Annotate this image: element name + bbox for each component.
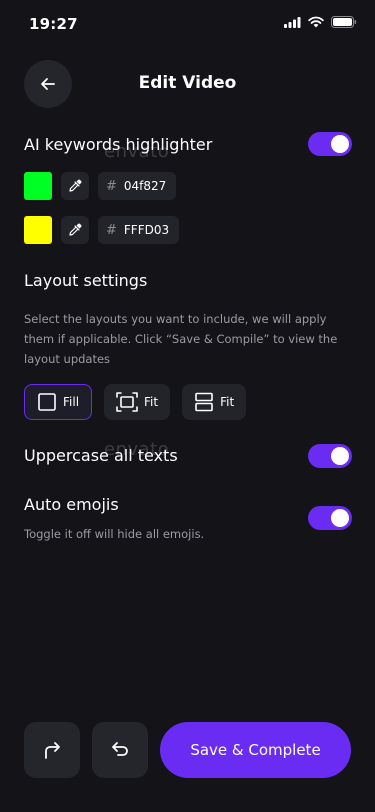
auto-emojis-toggle[interactable] <box>308 506 352 530</box>
color-swatch[interactable] <box>24 216 52 244</box>
undo-button[interactable] <box>92 722 148 778</box>
status-time: 19:27 <box>29 15 78 33</box>
layout-option-split-fit[interactable]: Fit <box>182 384 247 420</box>
color-row-1: # 04f827 <box>24 172 177 200</box>
watermark: envato <box>104 141 170 162</box>
fit-frame-icon <box>116 392 138 412</box>
layout-settings-description: Select the layouts you want to include, … <box>24 312 338 366</box>
battery-icon <box>331 16 357 28</box>
auto-emojis-title: Auto emojis <box>24 495 119 514</box>
undo-icon <box>112 742 128 756</box>
layout-option-label: Fill <box>63 395 80 409</box>
toggle-knob <box>331 135 349 153</box>
hash-icon: # <box>106 222 117 238</box>
status-icons <box>284 16 357 28</box>
layout-settings-title: Layout settings <box>24 271 148 290</box>
layout-option-fill[interactable]: Fill <box>24 384 93 420</box>
toggle-knob <box>331 509 349 527</box>
redo-icon <box>45 742 60 759</box>
hex-value-field[interactable]: # 04f827 <box>98 172 177 200</box>
toggle-knob <box>331 447 349 465</box>
color-row-2: # FFFD03 <box>24 216 180 244</box>
hex-value-field[interactable]: # FFFD03 <box>98 216 180 244</box>
layout-options: Fill Fit Fit <box>24 384 247 420</box>
eyedropper-icon <box>69 223 82 236</box>
hex-value: 04f827 <box>123 179 167 193</box>
ai-keywords-toggle[interactable] <box>308 132 352 156</box>
uppercase-toggle[interactable] <box>308 444 352 468</box>
auto-emojis-subtitle: Toggle it off will hide all emojis. <box>24 527 205 541</box>
split-vertical-icon <box>195 392 213 412</box>
wifi-icon <box>308 16 324 28</box>
eyedropper-icon <box>69 179 82 192</box>
cellular-signal-icon <box>284 16 301 28</box>
redo-button[interactable] <box>24 722 80 778</box>
color-picker-button[interactable] <box>61 216 89 244</box>
layout-option-fit[interactable]: Fit <box>104 384 171 420</box>
save-complete-button[interactable]: Save & Complete <box>160 722 351 778</box>
page-title: Edit Video <box>138 73 237 93</box>
layout-option-label: Fit <box>220 395 235 409</box>
bottom-bar: Save & Complete <box>0 722 375 778</box>
status-bar: 19:27 <box>0 0 375 46</box>
color-swatch[interactable] <box>24 172 52 200</box>
square-icon <box>38 393 56 411</box>
hex-value: FFFD03 <box>123 223 170 237</box>
watermark: envato <box>104 439 170 460</box>
hash-icon: # <box>106 178 117 194</box>
color-picker-button[interactable] <box>61 172 89 200</box>
layout-option-label: Fit <box>144 395 159 409</box>
header: Edit Video <box>0 60 375 108</box>
